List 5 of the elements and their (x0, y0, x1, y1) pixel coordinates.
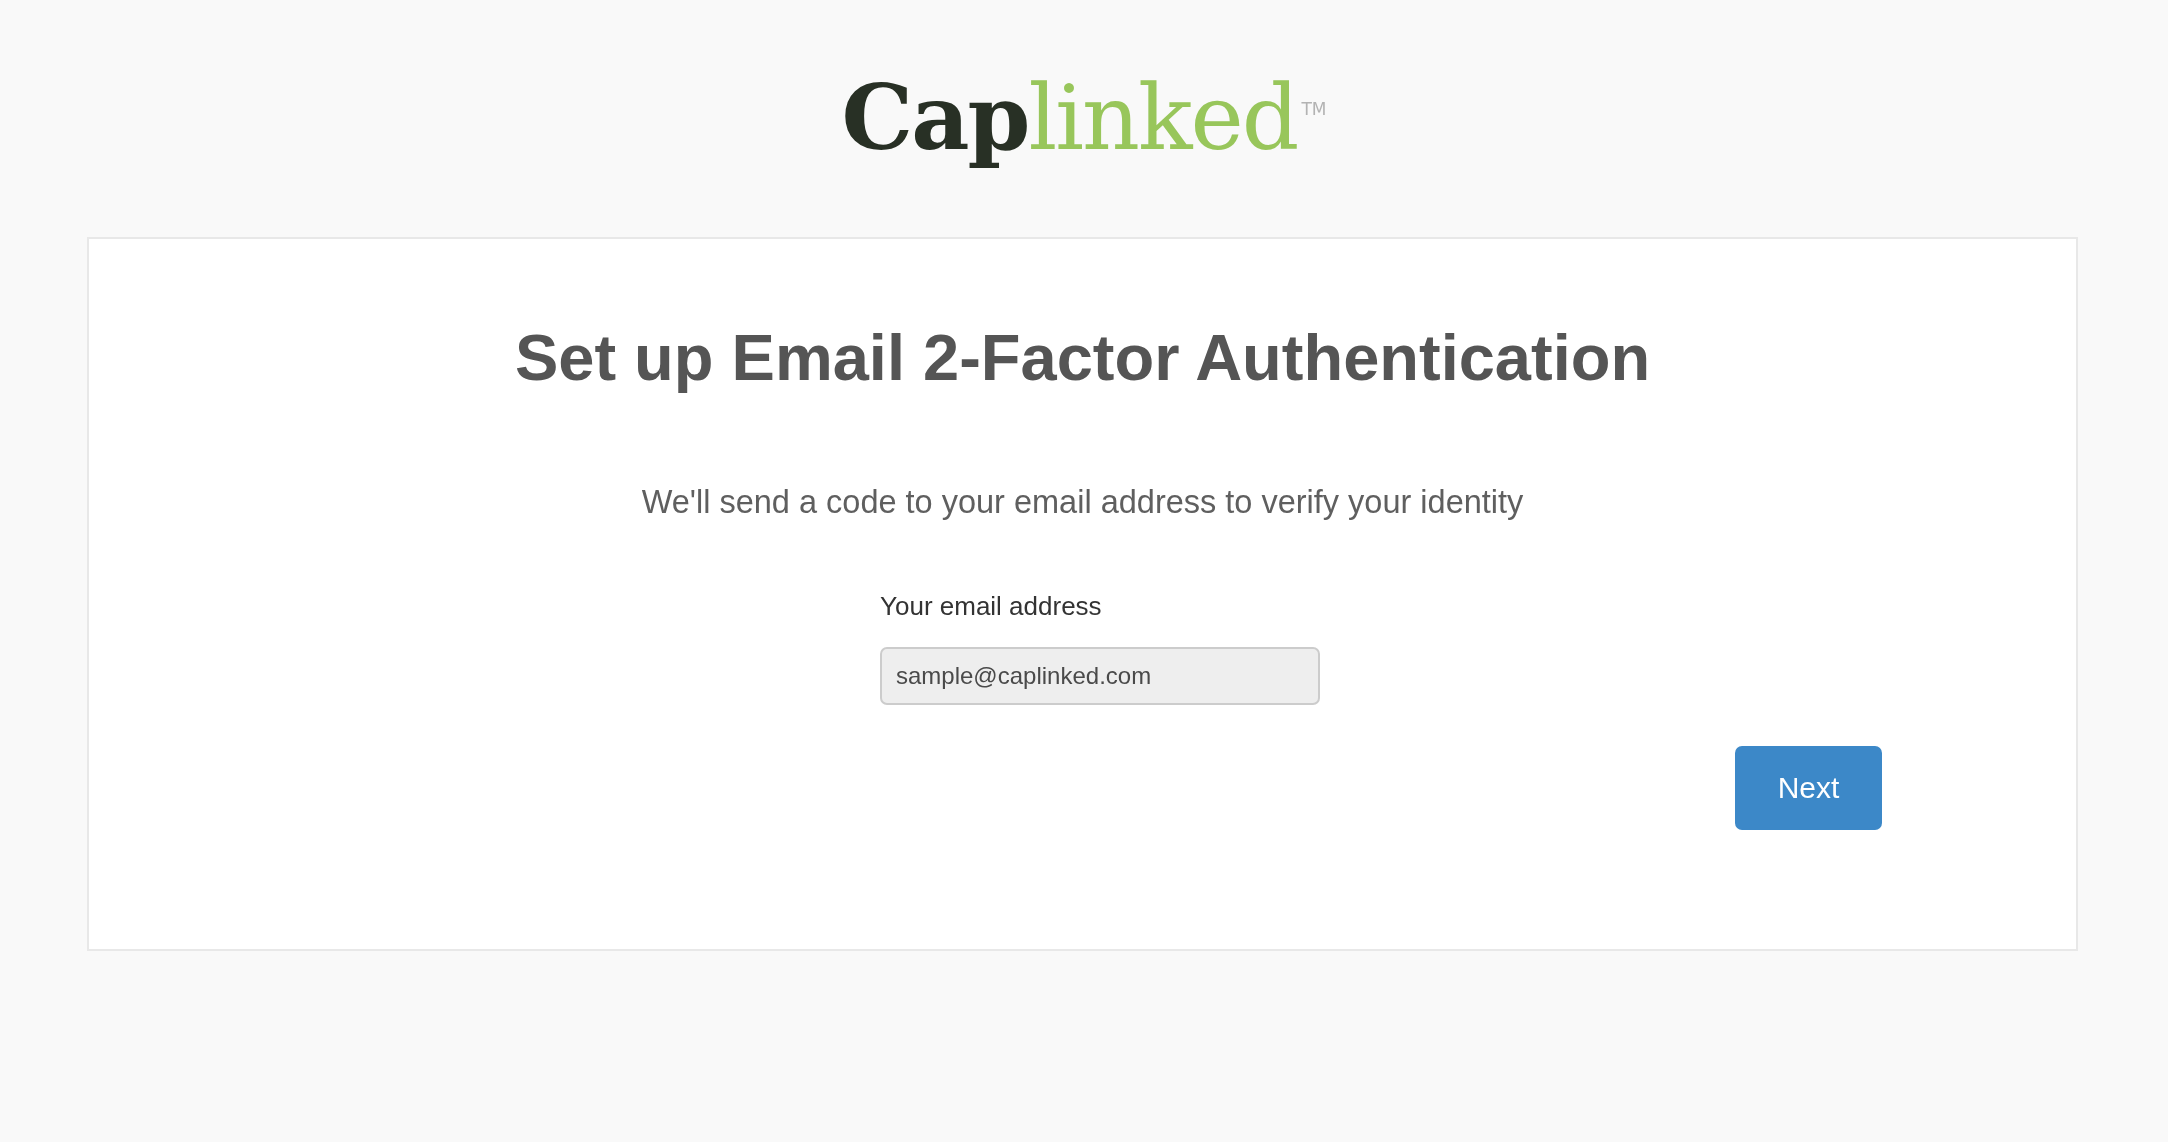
description-text: We'll send a code to your email address to verify your identity (641, 483, 1524, 522)
next-button[interactable]: Next (1735, 746, 1882, 830)
brand-logo: Caplinked$^{TM}$ (840, 63, 1328, 167)
field-label: Your email address (880, 590, 1102, 623)
page-title: Set up Email 2-Factor Authentication (514, 320, 1651, 396)
